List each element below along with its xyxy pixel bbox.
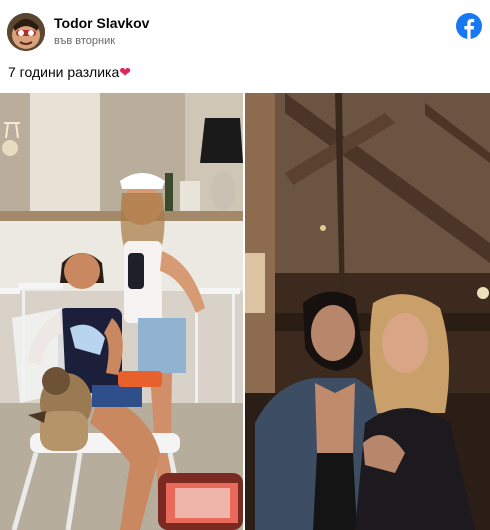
heart-emoji-icon: ❤	[119, 64, 132, 80]
post-caption-text: 7 години разлика	[8, 64, 120, 80]
post-photo-right[interactable]	[245, 93, 490, 530]
post-photo-left[interactable]	[0, 93, 243, 530]
post-timestamp[interactable]: във вторник	[54, 35, 115, 47]
post-caption: 7 години разлика❤	[8, 64, 131, 81]
author-name[interactable]: Todor Slavkov	[54, 15, 149, 31]
post-header: Todor Slavkov във вторник	[0, 0, 490, 60]
facebook-logo-icon[interactable]	[456, 13, 482, 39]
author-avatar[interactable]	[7, 13, 45, 51]
